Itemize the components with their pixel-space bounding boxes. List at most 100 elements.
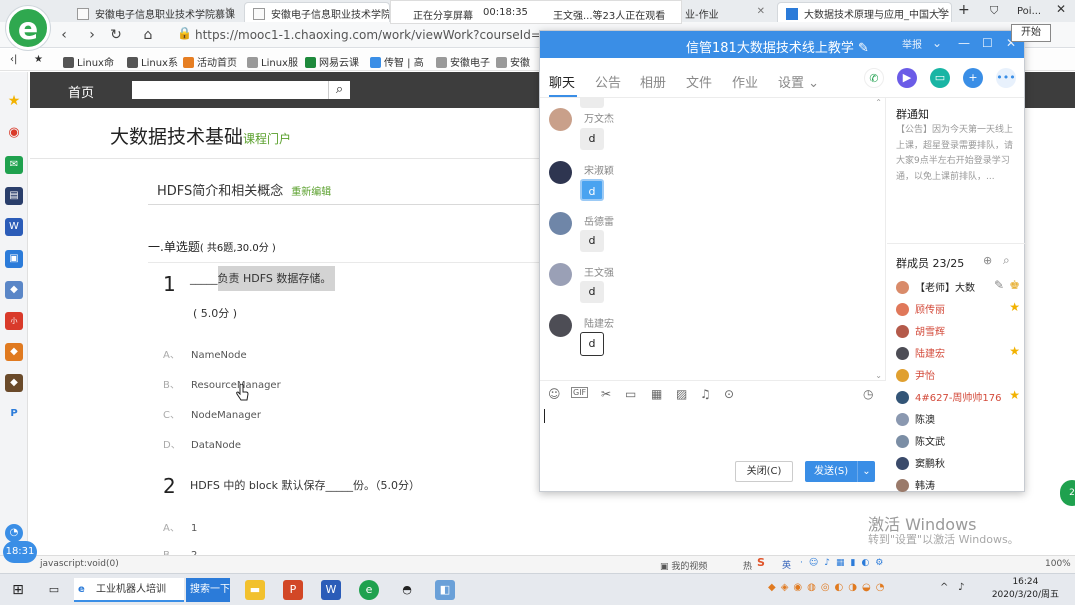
sogou-icon[interactable]: S <box>757 556 765 569</box>
member-item[interactable]: 4#627-周帅帅176 ★ <box>896 388 1024 404</box>
bookmarks-collapse-icon[interactable]: ‹| <box>10 54 17 65</box>
edit-icon[interactable]: ✎ <box>994 278 1004 292</box>
nav-home-link[interactable]: 首页 <box>68 82 94 101</box>
notice-text[interactable]: 【公告】因为今天第一天线上上课，超星登录需要排队，请大家9点半左右开始登录学习通… <box>896 123 1020 185</box>
tray-icons[interactable]: ◆◈◉◍◎◐◑◒◔ <box>768 582 889 593</box>
add-message-icon[interactable]: + <box>963 68 983 88</box>
game2-icon[interactable]: ◆ <box>5 343 23 361</box>
taskbar-app-browser[interactable]: e 工业机器人培训 <box>74 578 184 602</box>
ime-tools-icons[interactable]: ·☺♪▦▮◐⚙ <box>800 558 889 568</box>
more-options-icon[interactable]: ⊙ <box>724 387 734 401</box>
browser-tab-4[interactable]: 大数据技术原理与应用_中国大学 ✕ <box>777 2 952 22</box>
close-tab-icon[interactable]: ✕ <box>225 6 233 17</box>
task-view-icon[interactable]: ▭ <box>44 580 64 600</box>
favorites-star-icon[interactable]: ★ <box>5 92 23 110</box>
bookmark-7[interactable]: 安徽电子 <box>436 54 490 69</box>
history-icon[interactable]: ◷ <box>863 387 873 401</box>
member-item[interactable]: 【老师】大数 ✎ ♚ <box>896 278 1024 294</box>
forward-icon[interactable]: › <box>83 26 101 44</box>
qq-icon[interactable]: ◓ <box>397 580 417 600</box>
option-a[interactable]: A、 1 <box>163 519 197 534</box>
screen-share-icon[interactable]: ▭ <box>930 68 950 88</box>
add-member-icon[interactable]: ⊕ <box>983 254 992 267</box>
bookmark-1[interactable]: Linux命 <box>63 54 114 69</box>
avatar[interactable] <box>549 212 572 235</box>
browser-tab-5[interactable]: Poi... <box>1012 2 1048 22</box>
bookmark-3[interactable]: 活动首页 <box>183 54 237 69</box>
report-link[interactable]: 举报 <box>902 36 922 51</box>
member-item[interactable]: 韩涛 <box>896 477 1024 492</box>
gif-icon[interactable]: GIF <box>571 387 589 398</box>
chat-bubble-icon[interactable]: ◔ <box>5 524 23 542</box>
zoom-level[interactable]: 100% <box>1045 559 1071 569</box>
url-field[interactable]: https://mooc1-1.chaoxing.com/work/viewWo… <box>195 26 540 44</box>
app-icon[interactable]: ◧ <box>435 580 455 600</box>
app-p-icon[interactable]: P <box>5 405 23 423</box>
maximize-icon[interactable]: ☐ <box>982 36 993 50</box>
back-icon[interactable]: ‹ <box>55 26 73 44</box>
message-input[interactable] <box>540 405 886 460</box>
emoji-icon[interactable]: ☺ <box>548 387 561 401</box>
send-options-chevron-icon[interactable]: ⌄ <box>857 461 875 482</box>
option-a[interactable]: A、 NameNode <box>163 346 247 361</box>
my-video-link[interactable]: ▣ 我的视频 <box>660 559 707 572</box>
member-item[interactable]: 尹怡 <box>896 367 1024 382</box>
360-browser-icon[interactable]: e <box>359 580 379 600</box>
search-icon[interactable]: ⌕ <box>1003 253 1010 268</box>
tab-album[interactable]: 相册 <box>640 72 666 91</box>
bookmark-2[interactable]: Linux系 <box>127 54 178 69</box>
shirt-icon[interactable]: ⛉ <box>990 4 998 18</box>
image-icon[interactable]: ▨ <box>676 387 687 401</box>
option-c[interactable]: C、 NodeManager <box>163 406 261 421</box>
expand-icon[interactable]: ⌄ <box>875 371 882 380</box>
site-search-input[interactable] <box>132 81 328 99</box>
bookmark-5[interactable]: 网易云课 <box>305 54 359 69</box>
tab-notice[interactable]: 公告 <box>595 72 621 91</box>
mini-game-icon[interactable]: 小 <box>5 312 23 330</box>
send-button[interactable]: 发送(S) ⌄ <box>805 461 875 482</box>
avatar[interactable] <box>549 108 572 131</box>
new-tab-button[interactable]: + <box>958 2 970 18</box>
word-icon[interactable]: W <box>321 580 341 600</box>
bookmark-4[interactable]: Linux服 <box>247 54 298 69</box>
volume-icon[interactable]: ♪ <box>958 582 964 593</box>
game-icon[interactable]: ◆ <box>5 281 23 299</box>
bell-icon[interactable]: ♫ <box>700 387 711 401</box>
clipboard-icon[interactable]: ▦ <box>651 387 662 401</box>
side-widget-icon[interactable]: 2 <box>1060 480 1075 506</box>
word-icon[interactable]: W <box>5 218 23 236</box>
star-icon[interactable]: ★ <box>34 54 43 65</box>
chevron-down-icon[interactable]: ⌄ <box>932 36 942 50</box>
more-icon[interactable]: ••• <box>996 68 1016 88</box>
phone-icon[interactable]: ✆ <box>864 68 884 88</box>
news-icon[interactable]: ▤ <box>5 187 23 205</box>
search-icon[interactable]: ⌕ <box>328 81 350 99</box>
scissors-icon[interactable]: ✂ <box>601 387 611 401</box>
game3-icon[interactable]: ◆ <box>5 374 23 392</box>
close-button[interactable]: 关闭(C) <box>735 461 793 482</box>
avatar[interactable] <box>549 263 572 286</box>
option-d[interactable]: D、 DataNode <box>163 436 241 451</box>
avatar[interactable] <box>549 161 572 184</box>
tab-settings[interactable]: 设置 ⌄ <box>778 72 819 91</box>
close-tab-icon[interactable]: ✕ <box>757 6 765 17</box>
file-explorer-icon[interactable]: ▬ <box>245 580 265 600</box>
course-portal-link[interactable]: 课程门户 <box>243 132 291 146</box>
browser-tab-1[interactable]: 安徽电子信息职业技术学院慕课 ✕ <box>68 2 240 22</box>
hot-link[interactable]: 热 <box>743 559 752 572</box>
window-close-icon[interactable]: ✕ <box>1056 2 1066 16</box>
taskbar-search[interactable]: 搜索一下 <box>186 578 230 602</box>
taskbar-clock[interactable]: 16:24 2020/3/20/周五 <box>992 576 1059 602</box>
member-item[interactable]: 顾传丽 ★ <box>896 300 1024 316</box>
option-b[interactable]: B、 ResourceManager <box>163 376 281 391</box>
bookmark-8[interactable]: 安徽 <box>496 54 530 69</box>
ad-icon[interactable]: ▣ <box>5 250 23 268</box>
folder-icon[interactable]: ▭ <box>625 387 636 401</box>
ime-language[interactable]: 英 <box>782 558 791 571</box>
weibo-icon[interactable]: ◉ <box>5 124 23 142</box>
member-item[interactable]: 陈澳 <box>896 411 1024 426</box>
browser-tab-2[interactable]: 安徽电子信息职业技术学院 <box>244 2 390 22</box>
member-item[interactable]: 胡雪辉 <box>896 323 1024 338</box>
minimize-icon[interactable]: — <box>958 36 970 50</box>
edit-icon[interactable]: ✎ <box>858 41 869 56</box>
